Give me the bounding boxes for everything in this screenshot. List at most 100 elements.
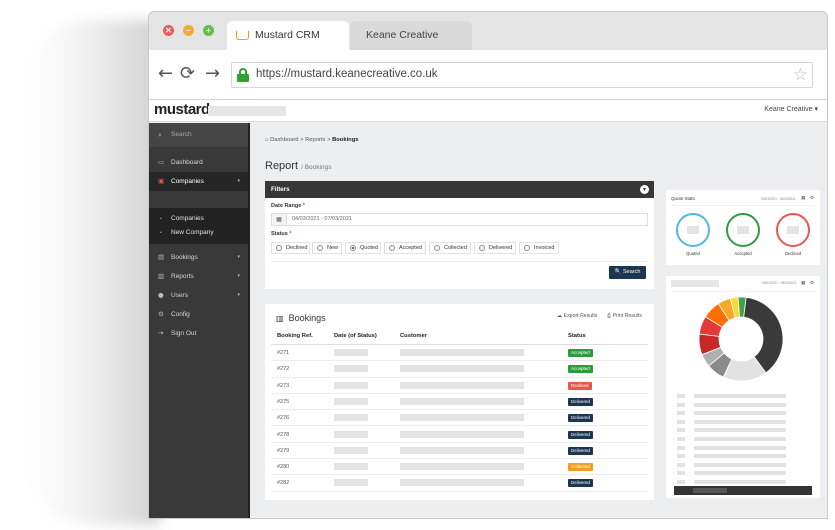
customer-placeholder <box>400 397 524 405</box>
sidebar-subitem-companies[interactable]: • Companies <box>149 212 248 226</box>
export-results-link[interactable]: ☁ Export Results <box>557 313 597 319</box>
sidebar-item-users[interactable]: ● Users ▾ <box>149 286 248 305</box>
legend-row <box>674 402 812 409</box>
date-range-input[interactable]: ▦ 04/03/2021 - 07/03/2021 <box>271 213 648 226</box>
table-row[interactable]: #275 Delivered <box>271 394 648 411</box>
print-results-link[interactable]: ⎙ Print Results <box>607 313 642 320</box>
sidebar-item-sign-out[interactable]: ⇥ Sign Out <box>149 324 248 343</box>
gear-icon[interactable]: ⚙ <box>810 281 814 286</box>
table-row[interactable]: #271 Accepted <box>271 345 648 362</box>
filters-header[interactable]: Filters ▾ <box>265 181 654 198</box>
date-placeholder <box>334 365 368 373</box>
booking-ref[interactable]: #276 <box>277 415 289 421</box>
booking-ref[interactable]: #271 <box>277 350 289 356</box>
table-row[interactable]: #280 Collected <box>271 459 648 476</box>
legend-row <box>674 436 812 443</box>
legend-row <box>674 462 812 469</box>
customer-placeholder <box>400 365 524 373</box>
table-row[interactable]: #273 Declined <box>271 378 648 394</box>
status-radio-delivered[interactable]: Delivered <box>474 242 516 254</box>
bar-chart-icon: ▥ <box>276 314 284 323</box>
quote-stats-title: Quote Stats <box>671 196 695 201</box>
tab-mustard-crm[interactable]: Mustard CRM <box>227 21 349 50</box>
legend-row <box>674 453 812 460</box>
table-row[interactable]: #282 Delivered <box>271 475 648 492</box>
status-radio-collected[interactable]: Collected <box>429 242 471 254</box>
header-placeholder <box>208 106 286 116</box>
booking-ref[interactable]: #278 <box>277 432 289 438</box>
user-menu[interactable]: Keane Creative ▾ <box>764 105 818 113</box>
sidebar-item-bookings[interactable]: ▤ Bookings ▾ <box>149 248 248 267</box>
legend-row <box>674 419 812 426</box>
chevron-down-icon: ▾ <box>237 292 240 298</box>
booking-ref[interactable]: #272 <box>277 366 289 372</box>
gear-icon[interactable]: ⚙ <box>810 196 814 201</box>
tab-keane-creative[interactable]: Keane Creative <box>350 21 472 50</box>
sidebar-item-label: Config <box>171 311 190 318</box>
sidebar-subitem-new-company[interactable]: • New Company <box>149 226 248 240</box>
date-placeholder <box>334 479 368 487</box>
app-logo[interactable]: mustard <box>154 101 210 118</box>
sidebar-item-companies[interactable]: ▣ Companies ▾ <box>149 172 248 191</box>
customer-placeholder <box>400 479 524 487</box>
status-badge: Delivered <box>568 414 594 423</box>
forward-icon[interactable]: → <box>205 63 220 84</box>
status-badge: Declined <box>568 381 592 390</box>
sidebar-item-reports[interactable]: ▥ Reports ▾ <box>149 267 248 286</box>
reload-icon[interactable]: ⟳ <box>180 63 195 84</box>
calendar-icon[interactable]: ▦ <box>801 281 805 286</box>
table-row[interactable]: #278 Delivered <box>271 427 648 443</box>
status-label: Status * <box>271 231 292 237</box>
search-icon: ⌕ <box>158 131 162 139</box>
table-row[interactable]: #272 Accepted <box>271 361 648 378</box>
app-header: mustard Keane Creative ▾ <box>149 100 827 122</box>
legend-row <box>674 427 812 434</box>
calendar-icon[interactable]: ▦ <box>801 196 805 201</box>
url-field[interactable]: https://mustard.keanecreative.co.uk ☆ <box>231 62 813 88</box>
maximize-window-button[interactable]: + <box>203 25 214 36</box>
booking-ref[interactable]: #273 <box>277 383 289 389</box>
sidebar-search[interactable]: ⌕ Search <box>149 123 248 147</box>
search-button[interactable]: 🔍 Search <box>609 266 646 279</box>
collapse-toggle-icon[interactable]: ▾ <box>640 185 649 194</box>
breadcrumb: ⌂ Dashboard > Reports > Bookings <box>265 137 359 143</box>
date-placeholder <box>334 381 368 389</box>
sidebar-item-label: Reports <box>171 273 194 280</box>
status-radio-invoiced[interactable]: Invoiced <box>519 242 559 254</box>
titlebar: ✕ – + Mustard CRM Keane Creative <box>149 12 827 50</box>
ring-label: Quoted <box>686 251 700 256</box>
table-row[interactable]: #279 Delivered <box>271 443 648 460</box>
booking-ref[interactable]: #282 <box>277 480 289 486</box>
window-shadow <box>30 20 160 525</box>
monitor-icon: ▭ <box>158 158 165 166</box>
status-radio-declined[interactable]: Declined <box>271 242 310 254</box>
sidebar-item-config[interactable]: ⚙ Config <box>149 305 248 324</box>
card-title-placeholder <box>671 280 719 287</box>
cogs-icon: ⚙ <box>158 310 164 318</box>
bookmark-star-icon[interactable]: ☆ <box>793 65 808 85</box>
sidebar-item-dashboard[interactable]: ▭ Dashboard <box>149 153 248 172</box>
status-radio-quoted[interactable]: Quoted <box>345 242 381 254</box>
booking-ref[interactable]: #280 <box>277 464 289 470</box>
breadcrumb-reports[interactable]: Reports <box>305 137 325 143</box>
book-icon: ▤ <box>158 253 165 261</box>
close-window-button[interactable]: ✕ <box>163 25 174 36</box>
customer-placeholder <box>400 414 524 422</box>
sidebar: ⌕ Search ▭ Dashboard ▣ Companies ▾ • Com… <box>149 123 250 518</box>
status-radio-new[interactable]: New <box>312 242 342 254</box>
sidebar-item-label: Dashboard <box>171 159 203 166</box>
sign-out-icon: ⇥ <box>158 329 164 337</box>
column-header: Booking Ref. <box>277 333 313 339</box>
table-row[interactable]: #276 Delivered <box>271 410 648 427</box>
breadcrumb-home[interactable]: ⌂ Dashboard <box>265 137 298 143</box>
status-radio-accepted[interactable]: Accepted <box>384 242 426 254</box>
minimize-window-button[interactable]: – <box>183 25 194 36</box>
page-title: Report / Bookings <box>265 160 332 172</box>
browser-window: ✕ – + Mustard CRM Keane Creative ← ⟳ → h… <box>148 11 828 519</box>
customer-placeholder <box>400 349 524 356</box>
booking-ref[interactable]: #279 <box>277 448 289 454</box>
tab-label: Keane Creative <box>366 29 439 41</box>
filters-panel: Filters ▾ Date Range * ▦ 04/03/2021 - 07… <box>265 181 654 289</box>
back-icon[interactable]: ← <box>158 63 173 84</box>
booking-ref[interactable]: #275 <box>277 399 289 405</box>
